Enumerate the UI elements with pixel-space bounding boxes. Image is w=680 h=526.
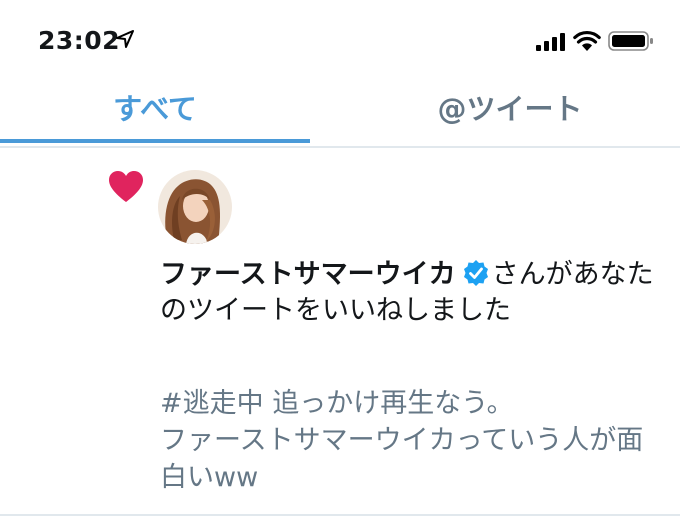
- status-bar: 23:02: [0, 0, 680, 80]
- tweet-text[interactable]: #逃走中 追っかけ再生なう。 ファーストサマーウイカっていう人が面白いww: [160, 385, 670, 496]
- tweet-line: ファーストサマーウイカっていう人が面白いww: [160, 425, 644, 493]
- heart-icon: [109, 171, 143, 202]
- user-name[interactable]: ファーストサマーウイカ: [160, 259, 456, 290]
- notification-text: ファーストサマーウイカ さんがあなたのツイートをいいねしました: [160, 257, 670, 329]
- tab-bar: すべて @ツイート: [0, 80, 680, 146]
- tweet-line: #逃走中 追っかけ再生なう。: [160, 388, 514, 419]
- tab-all[interactable]: すべて: [0, 80, 310, 142]
- location-arrow-icon: [116, 30, 134, 48]
- signal-icon: [536, 33, 565, 51]
- active-tab-indicator: [0, 139, 310, 143]
- status-time: 23:02: [38, 26, 121, 55]
- divider: [0, 146, 680, 148]
- avatar[interactable]: [158, 170, 232, 244]
- divider: [0, 514, 680, 516]
- battery-icon: [608, 31, 653, 51]
- avatar-photo: [158, 170, 232, 244]
- tab-mentions[interactable]: @ツイート: [340, 80, 680, 142]
- wifi-icon: [573, 30, 601, 51]
- verified-badge-icon: [463, 260, 488, 286]
